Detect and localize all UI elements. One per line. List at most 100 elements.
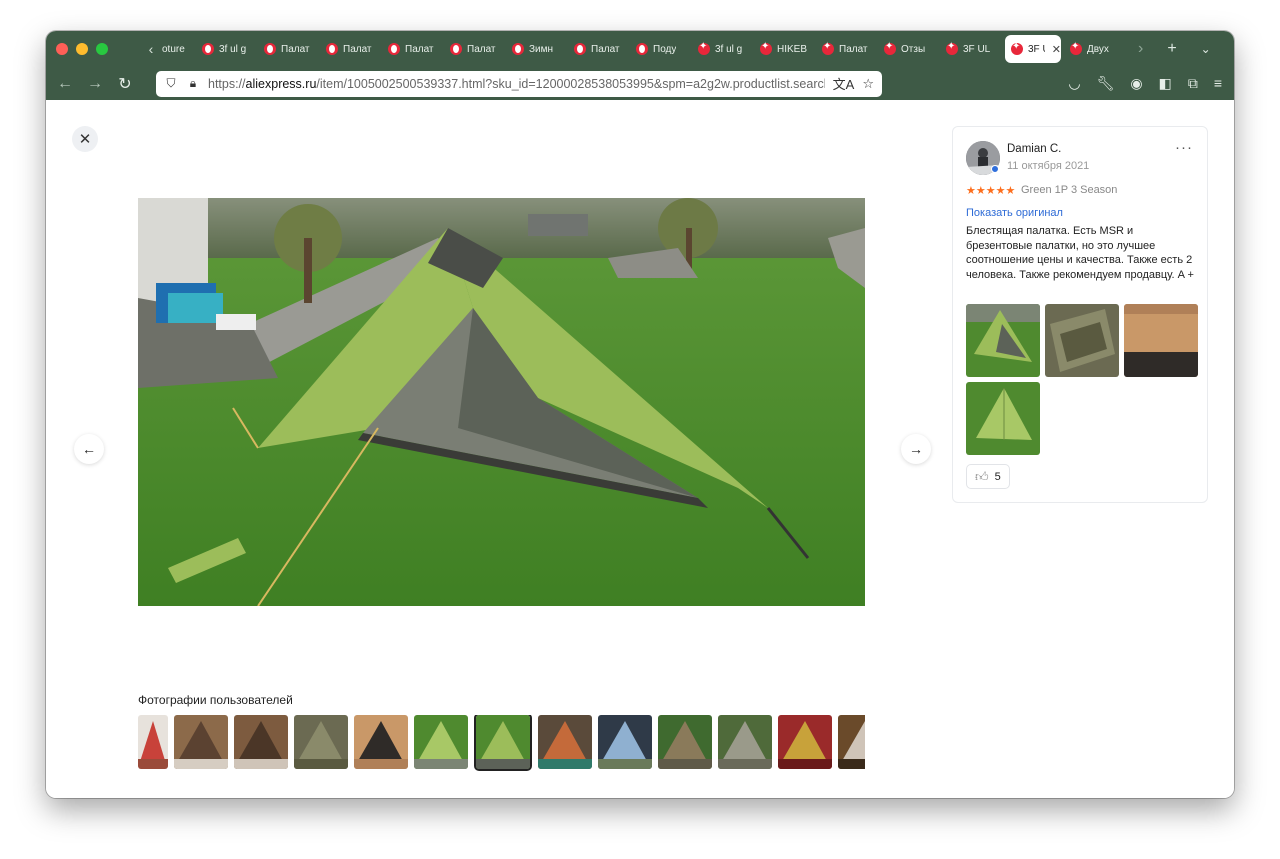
user-photos-strip xyxy=(138,715,865,771)
url-domain: aliexpress.ru xyxy=(245,76,317,91)
next-photo-button[interactable]: → xyxy=(901,434,931,464)
url-text[interactable]: https://aliexpress.ru/item/1005002500539… xyxy=(208,77,825,91)
opera-favicon-icon xyxy=(636,43,648,55)
user-photo-thumbnail[interactable] xyxy=(598,715,652,769)
tab[interactable]: HIKEB xyxy=(754,35,816,63)
bookmark-star-icon[interactable]: ☆ xyxy=(862,76,874,92)
address-bar[interactable]: ⛉ 🔒︎ https://aliexpress.ru/item/10050025… xyxy=(156,70,882,97)
aliexpress-favicon-icon xyxy=(946,41,958,55)
close-window-button[interactable] xyxy=(56,43,68,55)
minimize-window-button[interactable] xyxy=(76,43,88,55)
tab[interactable]: oture xyxy=(158,35,196,63)
user-photo-thumbnail[interactable] xyxy=(138,715,168,769)
pocket-icon[interactable]: ◡ xyxy=(1068,75,1080,92)
review-photo[interactable] xyxy=(966,304,1040,377)
review-date: 11 октября 2021 xyxy=(1007,160,1090,172)
extensions-puzzle-icon[interactable]: ⧉ xyxy=(1188,75,1198,92)
country-flag-badge xyxy=(991,165,999,173)
reload-icon[interactable]: ↻ xyxy=(110,74,140,94)
aliexpress-favicon-icon xyxy=(822,41,834,55)
close-viewer-button[interactable]: ✕ xyxy=(72,126,98,152)
tab-label: 3F U xyxy=(1028,43,1045,55)
review-photo-image xyxy=(1045,304,1119,377)
previous-photo-button[interactable]: ← xyxy=(74,434,104,464)
user-photo-thumbnail[interactable] xyxy=(658,715,712,769)
review-photo-image xyxy=(1124,304,1198,377)
thumbnail-image xyxy=(778,715,832,769)
thumbnail-image xyxy=(138,715,168,769)
back-arrow-icon[interactable]: ← xyxy=(50,75,80,93)
aliexpress-favicon-icon xyxy=(1070,41,1082,55)
user-photo-thumbnail[interactable] xyxy=(718,715,772,769)
user-photo-thumbnail[interactable] xyxy=(174,715,228,769)
menu-hamburger-icon[interactable]: ≡ xyxy=(1214,75,1222,92)
thumbnail-image xyxy=(294,715,348,769)
opera-favicon-icon xyxy=(326,43,338,55)
tabs-scroll-right-icon[interactable]: › xyxy=(1138,40,1143,58)
reviewer-name[interactable]: Damian C. xyxy=(1007,143,1061,155)
thumbnail-image xyxy=(476,715,530,769)
like-button[interactable]: 👍︎ 5 xyxy=(966,464,1010,489)
show-original-link[interactable]: Показать оригинал xyxy=(966,207,1063,219)
url-prefix: https:// xyxy=(208,76,246,91)
user-photo-thumbnail[interactable] xyxy=(414,715,468,769)
opera-favicon-icon xyxy=(574,43,586,55)
tab-label: Палат xyxy=(343,43,372,55)
tab[interactable]: Отзы xyxy=(878,35,940,63)
account-icon[interactable]: ◉ xyxy=(1130,75,1142,92)
privacy-badger-icon[interactable]: ◧ xyxy=(1159,75,1172,92)
thumbnail-image xyxy=(538,715,592,769)
tab-list-chevron-down-icon[interactable]: ⌄ xyxy=(1201,42,1211,56)
tab-label: 3f ul g xyxy=(219,43,247,55)
user-photo-thumbnail[interactable] xyxy=(778,715,832,769)
tab-label: Палат xyxy=(405,43,434,55)
opera-favicon-icon xyxy=(202,43,214,55)
aliexpress-favicon-icon xyxy=(760,41,772,55)
review-photo[interactable] xyxy=(966,382,1040,455)
tab-label: Зимн xyxy=(529,43,554,55)
tab-list: oture 3f ul g Палат Палат Палат Палат Зимн Пала… xyxy=(158,31,1126,67)
wrench-icon[interactable]: 🔧︎ xyxy=(1097,75,1115,92)
review-photo[interactable] xyxy=(1124,304,1198,377)
thumbnail-image xyxy=(598,715,652,769)
main-review-photo xyxy=(138,198,865,606)
tab[interactable]: Палат xyxy=(382,35,444,63)
tab[interactable]: Двух xyxy=(1064,35,1126,63)
window-controls xyxy=(56,43,108,55)
tab-label: Палат xyxy=(839,43,868,55)
tab[interactable]: Поду xyxy=(630,35,692,63)
tab[interactable]: Палат xyxy=(320,35,382,63)
tabs-scroll-left-icon[interactable]: ‹ xyxy=(144,41,158,57)
user-photo-thumbnail[interactable] xyxy=(354,715,408,769)
zoom-window-button[interactable] xyxy=(96,43,108,55)
tab[interactable]: Палат xyxy=(258,35,320,63)
tab[interactable]: 3f ul g xyxy=(692,35,754,63)
tab[interactable]: 3f ul g xyxy=(196,35,258,63)
user-photo-thumbnail[interactable] xyxy=(838,715,865,769)
forward-arrow-icon[interactable]: → xyxy=(80,75,110,93)
url-path: /item/1005002500539337.html?sku_id=12000… xyxy=(316,76,825,91)
user-photo-thumbnail[interactable] xyxy=(294,715,348,769)
lock-icon[interactable]: 🔒︎ xyxy=(186,76,200,91)
tab[interactable]: Палат xyxy=(816,35,878,63)
review-photo[interactable] xyxy=(1045,304,1119,377)
tab[interactable]: Палат xyxy=(444,35,506,63)
review-photo-image xyxy=(966,304,1040,377)
translate-icon[interactable]: 文A xyxy=(833,74,855,93)
new-tab-icon[interactable]: + xyxy=(1167,40,1176,58)
user-photo-thumbnail[interactable] xyxy=(234,715,288,769)
thumbnail-image xyxy=(718,715,772,769)
close-icon: ✕ xyxy=(78,131,92,148)
more-options-icon[interactable]: ··· xyxy=(1175,139,1193,156)
close-tab-icon[interactable]: ✕ xyxy=(1052,43,1061,56)
tab-active[interactable]: 3F U ✕ xyxy=(1005,35,1061,63)
tab[interactable]: Палат xyxy=(568,35,630,63)
user-photo-thumbnail-selected[interactable] xyxy=(474,715,532,771)
tab[interactable]: 3F UL xyxy=(940,35,1002,63)
thumbs-up-icon: 👍︎ xyxy=(975,468,989,484)
tab-strip: ‹ oture 3f ul g Палат Палат Палат Палат Зимн Па… xyxy=(46,31,1234,67)
shield-icon[interactable]: ⛉ xyxy=(164,76,178,91)
tab[interactable]: Зимн xyxy=(506,35,568,63)
thumbnail-image xyxy=(414,715,468,769)
user-photo-thumbnail[interactable] xyxy=(538,715,592,769)
